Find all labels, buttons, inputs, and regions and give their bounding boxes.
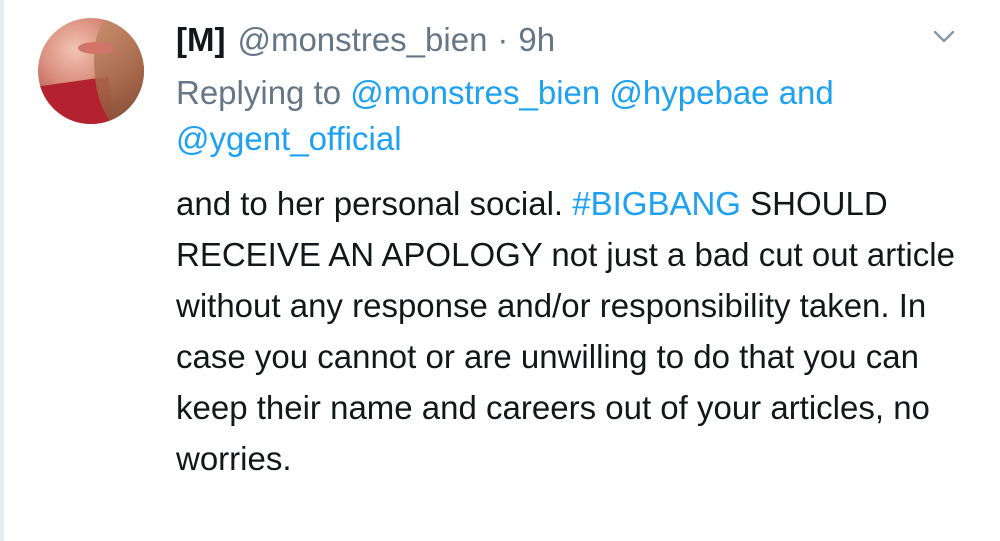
mention-conjunction[interactable]: and bbox=[779, 74, 834, 111]
display-name[interactable]: [M] bbox=[176, 21, 225, 59]
left-border bbox=[0, 0, 4, 541]
tweet-text-part-1: and to her personal social. bbox=[176, 185, 564, 222]
avatar-lips bbox=[78, 42, 114, 54]
chevron-down-icon[interactable] bbox=[932, 24, 956, 48]
mention-hypebae[interactable]: @hypebae bbox=[609, 74, 769, 111]
reply-context: Replying to @monstres_bien @hypebae and … bbox=[176, 70, 966, 162]
tweet-header: [M] @monstres_bien · 9h bbox=[176, 18, 555, 62]
user-avatar[interactable] bbox=[38, 18, 144, 124]
separator-dot: · bbox=[497, 21, 509, 58]
tweet-text-part-2: SHOULD RECEIVE AN APOLOGY not just a bad… bbox=[176, 185, 955, 477]
tweet-body: and to her personal social. #BIGBANG SHO… bbox=[176, 178, 966, 484]
tweet-timestamp[interactable]: 9h bbox=[518, 21, 555, 59]
hashtag-bigbang[interactable]: #BIGBANG bbox=[572, 185, 741, 222]
user-handle[interactable]: @monstres_bien bbox=[237, 21, 487, 59]
reply-prefix: Replying to bbox=[176, 74, 342, 111]
mention-ygent-official[interactable]: @ygent_official bbox=[176, 120, 402, 157]
mention-monstres-bien[interactable]: @monstres_bien bbox=[350, 74, 600, 111]
